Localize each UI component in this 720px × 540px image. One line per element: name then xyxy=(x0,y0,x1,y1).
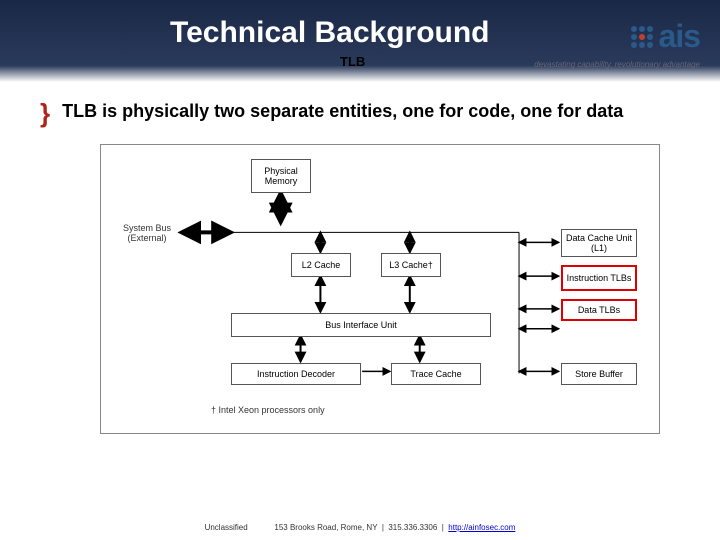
box-instruction-decoder: Instruction Decoder xyxy=(231,363,361,385)
box-store-buffer: Store Buffer xyxy=(561,363,637,385)
box-bus-interface-unit: Bus Interface Unit xyxy=(231,313,491,337)
logo-dots-icon xyxy=(631,26,653,48)
box-instruction-tlbs: Instruction TLBs xyxy=(561,265,637,291)
box-physical-memory: Physical Memory xyxy=(251,159,311,193)
slide-header: Technical Background TLB ais devastating… xyxy=(0,0,720,82)
label-system-bus: System Bus (External) xyxy=(117,223,177,243)
box-l2-cache: L2 Cache xyxy=(291,253,351,277)
page-subtitle: TLB xyxy=(340,54,365,69)
company-logo: ais xyxy=(631,18,700,55)
diagram-footnote: † Intel Xeon processors only xyxy=(211,405,325,415)
architecture-diagram: Physical Memory System Bus (External) L2… xyxy=(100,144,660,434)
bullet-brace-icon: } xyxy=(40,100,50,126)
bullet-text: TLB is physically two separate entities,… xyxy=(62,100,623,126)
bullet-point: } TLB is physically two separate entitie… xyxy=(40,100,680,126)
box-data-tlbs: Data TLBs xyxy=(561,299,637,321)
footer-link[interactable]: http://ainfosec.com xyxy=(448,523,515,532)
slide-footer: Unclassified 153 Brooks Road, Rome, NY |… xyxy=(0,523,720,532)
company-tagline: devastating capability, revolutionary ad… xyxy=(534,60,700,69)
footer-address: 153 Brooks Road, Rome, NY xyxy=(274,523,377,532)
logo-text: ais xyxy=(659,18,700,55)
box-l3-cache: L3 Cache† xyxy=(381,253,441,277)
classification-label: Unclassified xyxy=(205,523,248,532)
footer-phone: 315.336.3306 xyxy=(388,523,437,532)
box-data-cache-unit: Data Cache Unit (L1) xyxy=(561,229,637,257)
page-title: Technical Background xyxy=(170,16,490,50)
box-trace-cache: Trace Cache xyxy=(391,363,481,385)
slide-content: } TLB is physically two separate entitie… xyxy=(0,82,720,434)
